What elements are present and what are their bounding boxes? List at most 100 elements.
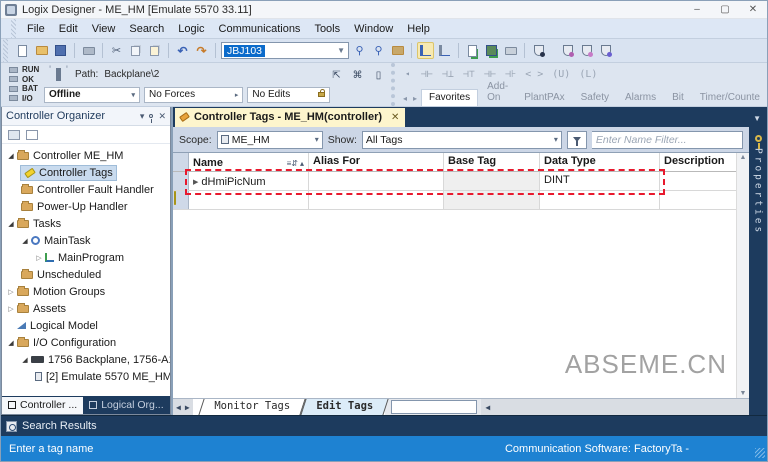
module-info-icon[interactable]: ▯ [372,69,385,82]
cut-icon[interactable]: ✂ [108,42,125,59]
tag-search-combobox[interactable]: JBJ103 ▼ [221,42,349,59]
copy-icon[interactable] [127,42,144,59]
scroll-up-icon[interactable]: ▲ [740,154,747,161]
otl-coil-icon[interactable]: (L) [579,69,597,80]
tab-scroll-left-icon[interactable]: ◂ [401,94,409,106]
horizontal-scrollbar[interactable] [494,399,749,415]
controller-mode-dropdown[interactable]: Offline ▾ [44,87,140,103]
menu-file[interactable]: File [20,19,52,38]
resize-grip[interactable] [755,448,765,458]
tree-item-motion-groups[interactable]: ▷Motion Groups [2,283,170,300]
tab-edit-tags[interactable]: Edit Tags [300,399,388,415]
upload-icon[interactable]: ⇱ [330,69,343,82]
expand-row-icon[interactable]: ▶ [193,178,198,186]
collapse-all-icon[interactable] [8,130,20,140]
panel-menu-icon[interactable]: ▾ [140,111,145,122]
tab-plantpax[interactable]: PlantPAx [517,90,571,106]
menu-view[interactable]: View [85,19,123,38]
tree-item-power-up-handler[interactable]: Power-Up Handler [2,198,170,215]
hscroll-left-icon[interactable]: ◀ [481,399,494,415]
scroll-left-icon[interactable]: ◂ [403,69,412,81]
tab-monitor-tags[interactable]: Monitor Tags [198,399,305,415]
save-icon[interactable] [52,42,69,59]
menu-logic[interactable]: Logic [171,19,211,38]
menu-edit[interactable]: Edit [52,19,85,38]
chevron-down-icon[interactable]: ▾ [131,91,135,99]
tree-item-emulate-module[interactable]: [2] Emulate 5570 ME_HM [2,368,170,385]
table-row-dhmipicnum[interactable]: ▶dHmiPicNum DINT [173,172,749,191]
row-header-cell[interactable] [173,172,189,190]
scroll-down-icon[interactable]: ▼ [740,390,747,397]
tree-item-unscheduled[interactable]: Unscheduled [2,266,170,283]
new-tag-row-header[interactable] [173,191,189,209]
menu-help[interactable]: Help [400,19,437,38]
tab-favorites[interactable]: Favorites [421,89,478,106]
properties-side-tab[interactable]: Properties [749,127,767,415]
tree-item-controller-tags[interactable]: Controller Tags [2,164,170,181]
menu-tools[interactable]: Tools [307,19,347,38]
show-dropdown[interactable]: All Tags ▾ [362,131,562,149]
tree-item-mainprogram[interactable]: ▷MainProgram [2,249,170,266]
edits-dropdown[interactable]: No Edits [247,87,330,103]
rung-icon[interactable]: ⊣⊢ [421,69,433,80]
menu-search[interactable]: Search [122,19,171,38]
column-header-alias-for[interactable]: Alias For [309,153,444,171]
search-key-icon[interactable] [351,42,368,59]
chevron-down-icon[interactable]: ▾ [554,135,558,144]
sheet-scroll-right-icon[interactable]: ▶ [185,403,190,412]
tab-safety[interactable]: Safety [574,90,616,106]
column-header-name[interactable]: Name≡⇵▴ [189,153,309,171]
logical-organizer-toggle-icon[interactable] [436,42,453,59]
alias-for-cell[interactable] [309,172,444,190]
paste-icon[interactable] [146,42,163,59]
forces-dropdown[interactable]: No Forces ▸ [144,87,243,103]
tree-item-backplane[interactable]: ◢1756 Backplane, 1756-A17 [2,351,170,368]
pin-icon[interactable] [149,114,153,118]
search-results-panel[interactable]: Search Results [1,415,767,436]
table-new-tag-row[interactable] [173,191,749,210]
tree-item-maintask[interactable]: ◢MainTask [2,232,170,249]
filter-icon[interactable] [567,131,587,149]
vertical-scrollbar[interactable]: ▲ ▼ [736,153,749,398]
column-header-base-tag[interactable]: Base Tag [444,153,540,171]
panel-close-icon[interactable]: ✕ [158,111,166,122]
safety-generate-icon[interactable] [597,42,614,59]
search-next-icon[interactable] [370,42,387,59]
chevron-down-icon[interactable]: ▾ [315,135,319,144]
sort-ascending-icon[interactable]: ▴ [300,159,304,168]
tree-item-controller-fault-handler[interactable]: Controller Fault Handler [2,181,170,198]
new-file-icon[interactable] [14,42,31,59]
minimize-button[interactable]: – [683,1,711,18]
menu-communications[interactable]: Communications [212,19,308,38]
verify-rung-icon[interactable] [464,42,481,59]
tree-item-logical-model[interactable]: Logical Model [2,317,170,334]
name-filter-input[interactable] [592,131,743,149]
verify-controller-icon[interactable] [483,42,500,59]
network-icon[interactable]: ⌘ [351,69,364,82]
undo-icon[interactable]: ↶ [174,42,191,59]
branch-level-icon[interactable]: ⊣⊤ [463,69,475,80]
tree-item-assets[interactable]: ▷Assets [2,300,170,317]
tab-alarms[interactable]: Alarms [618,90,663,106]
tree-item-io-configuration[interactable]: ◢I/O Configuration [2,334,170,351]
tab-timer-counter[interactable]: Timer/Counte [693,90,767,106]
tab-logical-organizer[interactable]: Logical Org... [83,397,169,414]
column-header-data-type[interactable]: Data Type [540,153,660,171]
tab-scroll-right-icon[interactable]: ▸ [411,94,419,106]
safety-unlock-icon[interactable] [578,42,595,59]
tab-bit[interactable]: Bit [665,90,691,106]
chevron-right-icon[interactable]: ▸ [235,91,239,99]
tab-list-icon[interactable]: ▼ [753,114,767,127]
otu-coil-icon[interactable]: (U) [552,69,570,80]
sheet-scroll-left-icon[interactable]: ◀ [176,403,181,412]
maximize-button[interactable]: ▢ [711,1,739,18]
redo-icon[interactable]: ↷ [193,42,210,59]
tab-controller-tags[interactable]: Controller Tags - ME_HM(controller) ✕ [175,108,405,127]
organizer-options-icon[interactable] [26,130,38,140]
tab-controller-organizer[interactable]: Controller ... [2,397,83,414]
tree-item-tasks[interactable]: ◢Tasks [2,215,170,232]
download-icon[interactable] [502,42,519,59]
browse-icon[interactable] [389,42,406,59]
data-type-cell[interactable]: DINT [540,172,660,190]
safety-lock-icon[interactable] [559,42,576,59]
